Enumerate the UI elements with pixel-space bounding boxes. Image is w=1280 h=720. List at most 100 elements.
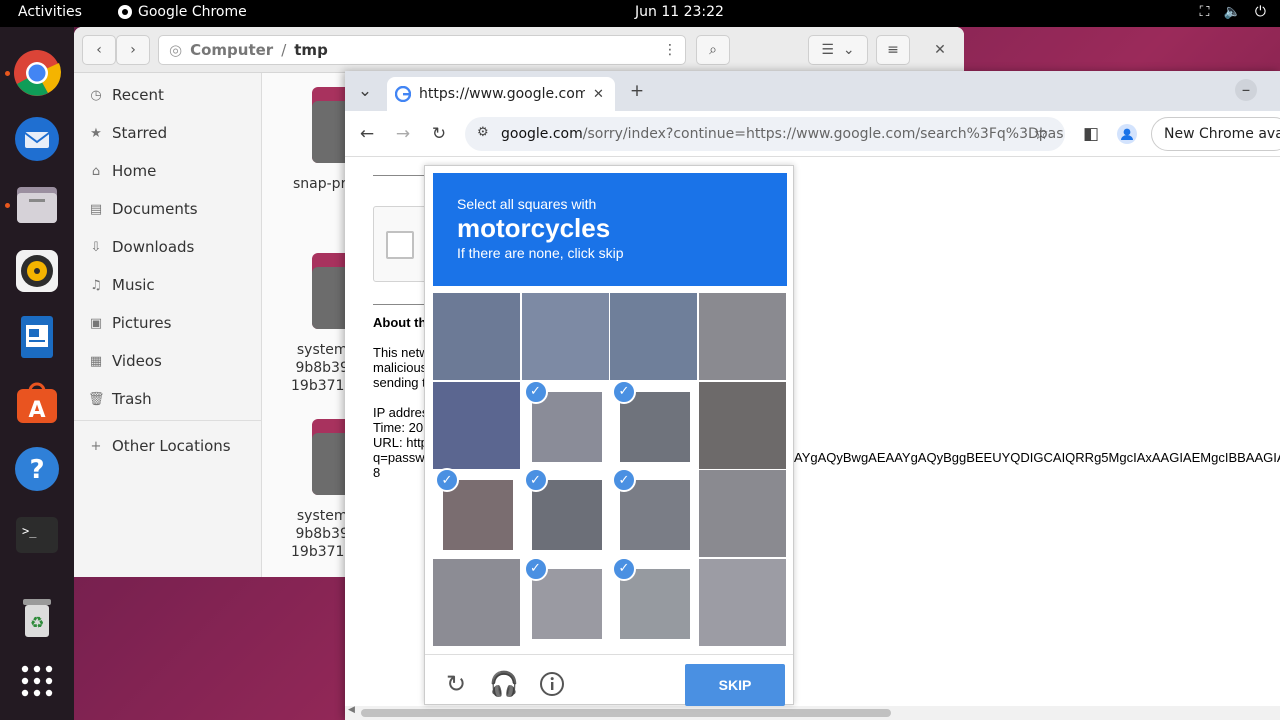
bookmark-button[interactable]: ☆ [1029, 122, 1053, 146]
sidebar-item-label: Starred [112, 124, 168, 142]
thunderbird-icon[interactable] [13, 115, 61, 163]
sidebar-item-label: Trash [112, 390, 152, 408]
music-icon: ♫ [90, 277, 102, 293]
ip-address-line: IP addres [373, 405, 429, 420]
chrome-icon[interactable] [13, 49, 61, 97]
challenge-header: Select all squares with motorcycles If t… [433, 173, 787, 286]
headphones-icon: 🎧 [489, 670, 519, 698]
terminal-icon[interactable]: >_ [13, 511, 61, 559]
folder-label-line: system [296, 342, 348, 358]
challenge-instruction: Select all squares with [457, 196, 597, 212]
new-tab-button[interactable]: + [625, 79, 649, 103]
sidebar-item-downloads[interactable]: ⇩ Downloads [88, 238, 195, 256]
folder-label[interactable]: system 9b8b39 19b3713 [291, 341, 353, 395]
chrome-toolbar: ← → ↻ ⚙ google.com /sorry/index?continue… [345, 111, 1280, 157]
tile-image [433, 293, 520, 380]
system-tray[interactable]: ⛶ 🔈 ⏻ [1200, 4, 1266, 20]
sidebar-item-trash[interactable]: 🗑 Trash [88, 390, 152, 408]
writer-icon[interactable] [13, 313, 61, 361]
trash-icon[interactable]: ♻ [13, 593, 61, 641]
query-line-end: 8 [373, 465, 381, 480]
tab-search-button[interactable]: ⌄ [353, 79, 377, 103]
breadcrumb-computer[interactable]: Computer [190, 41, 273, 59]
horizontal-scrollbar[interactable]: ◀ [345, 705, 1280, 720]
svg-text:?: ? [29, 455, 44, 485]
tab-close-icon[interactable]: ✕ [593, 87, 604, 102]
sidebar-item-home[interactable]: ⌂ Home [88, 162, 156, 180]
folder-label-line: 19b3713 [291, 378, 354, 394]
captcha-tile[interactable] [610, 293, 697, 380]
sidebar-item-music[interactable]: ♫ Music [88, 276, 155, 294]
captcha-tile[interactable] [698, 470, 786, 557]
folder-label[interactable]: system 9b8b39 19b3713 [291, 507, 353, 561]
back-button[interactable]: ‹ [82, 35, 116, 65]
minimize-button[interactable]: – [1235, 79, 1257, 101]
address-bar[interactable]: ⚙ google.com /sorry/index?continue=https… [465, 117, 1065, 151]
view-toggle-button[interactable]: ☰ ⌄ [808, 35, 868, 65]
forward-button[interactable]: → [391, 122, 415, 146]
audio-challenge-button[interactable]: 🎧 [489, 669, 519, 699]
files-sidebar: ◷ Recent ★ Starred ⌂ Home ▤ Documents ⇩ Downloads… [74, 73, 262, 577]
sidebar-item-label: Downloads [112, 238, 195, 256]
folder-label[interactable]: snap-pr [293, 175, 346, 193]
sidebar-item-pictures[interactable]: ▣ Pictures [88, 314, 172, 332]
scroll-left-icon[interactable]: ◀ [348, 705, 355, 715]
address-host: google.com [501, 126, 583, 142]
back-button[interactable]: ← [355, 122, 379, 146]
clock[interactable]: Jun 11 23:22 [635, 4, 724, 20]
path-bar[interactable]: ◎ Computer / tmp [158, 35, 686, 65]
sidebar-item-label: Pictures [112, 314, 172, 332]
sidebar-item-other-locations[interactable]: + Other Locations [88, 437, 231, 455]
chevron-down-icon: ⌄ [357, 81, 373, 101]
captcha-tile[interactable] [698, 293, 786, 380]
arrow-right-icon: → [395, 124, 411, 144]
sidebar-item-documents[interactable]: ▤ Documents [88, 200, 198, 218]
forward-button[interactable]: › [116, 35, 150, 65]
recaptcha-checkbox[interactable] [386, 231, 414, 259]
sidebar-item-videos[interactable]: ▦ Videos [88, 352, 162, 370]
help-icon[interactable]: ? [13, 445, 61, 493]
sidebar-item-label: Other Locations [112, 437, 231, 455]
close-icon: ✕ [934, 42, 946, 58]
info-line-3: sending t [373, 375, 426, 390]
skip-button[interactable]: SKIP [685, 664, 785, 706]
menu-button[interactable]: ≡ [876, 35, 910, 65]
chevron-right-icon: › [130, 42, 136, 58]
breadcrumb-tmp[interactable]: tmp [294, 41, 328, 59]
profile-button[interactable] [1115, 122, 1139, 146]
rhythmbox-icon[interactable] [13, 247, 61, 295]
reload-button[interactable]: ↻ [427, 122, 451, 146]
path-menu-button[interactable]: ⋮ [654, 35, 686, 65]
search-button[interactable]: ⌕ [696, 35, 730, 65]
breadcrumb-separator: / [281, 41, 287, 59]
sidebar-item-recent[interactable]: ◷ Recent [88, 86, 164, 104]
captcha-tile[interactable] [433, 293, 520, 380]
help-button[interactable] [537, 669, 567, 699]
reload-challenge-button[interactable]: ↻ [441, 669, 471, 699]
captcha-tile[interactable] [521, 293, 609, 380]
captcha-tile[interactable] [433, 381, 520, 469]
close-button[interactable]: ✕ [924, 35, 956, 65]
show-apps-icon[interactable] [13, 657, 61, 705]
about-heading: About th [373, 315, 427, 330]
files-icon[interactable] [13, 181, 61, 229]
sidebar-separator [74, 420, 262, 421]
captcha-tile[interactable] [698, 558, 786, 646]
app-center-icon[interactable]: A [13, 379, 61, 427]
app-menu[interactable]: Google Chrome [118, 4, 247, 20]
top-bar: Activities Google Chrome Jun 11 23:22 ⛶ … [0, 0, 1280, 27]
videos-icon: ▦ [89, 353, 103, 369]
activities-button[interactable]: Activities [18, 4, 82, 20]
challenge-hint: If there are none, click skip [457, 245, 624, 261]
scrollbar-thumb[interactable] [361, 709, 891, 717]
captcha-tile[interactable] [433, 558, 520, 646]
checkmark-icon: ✓ [523, 468, 548, 492]
side-panel-button[interactable]: ◧ [1079, 122, 1103, 146]
volume-icon: 🔈 [1223, 4, 1241, 20]
captcha-tile[interactable] [698, 381, 786, 469]
new-chrome-available-chip[interactable]: New Chrome ava [1151, 117, 1280, 151]
site-info-icon[interactable]: ⚙ [477, 125, 489, 140]
tab-google[interactable]: https://www.google.com ✕ [387, 77, 615, 111]
info-line-2: malicious [373, 360, 428, 375]
sidebar-item-starred[interactable]: ★ Starred [88, 124, 167, 142]
